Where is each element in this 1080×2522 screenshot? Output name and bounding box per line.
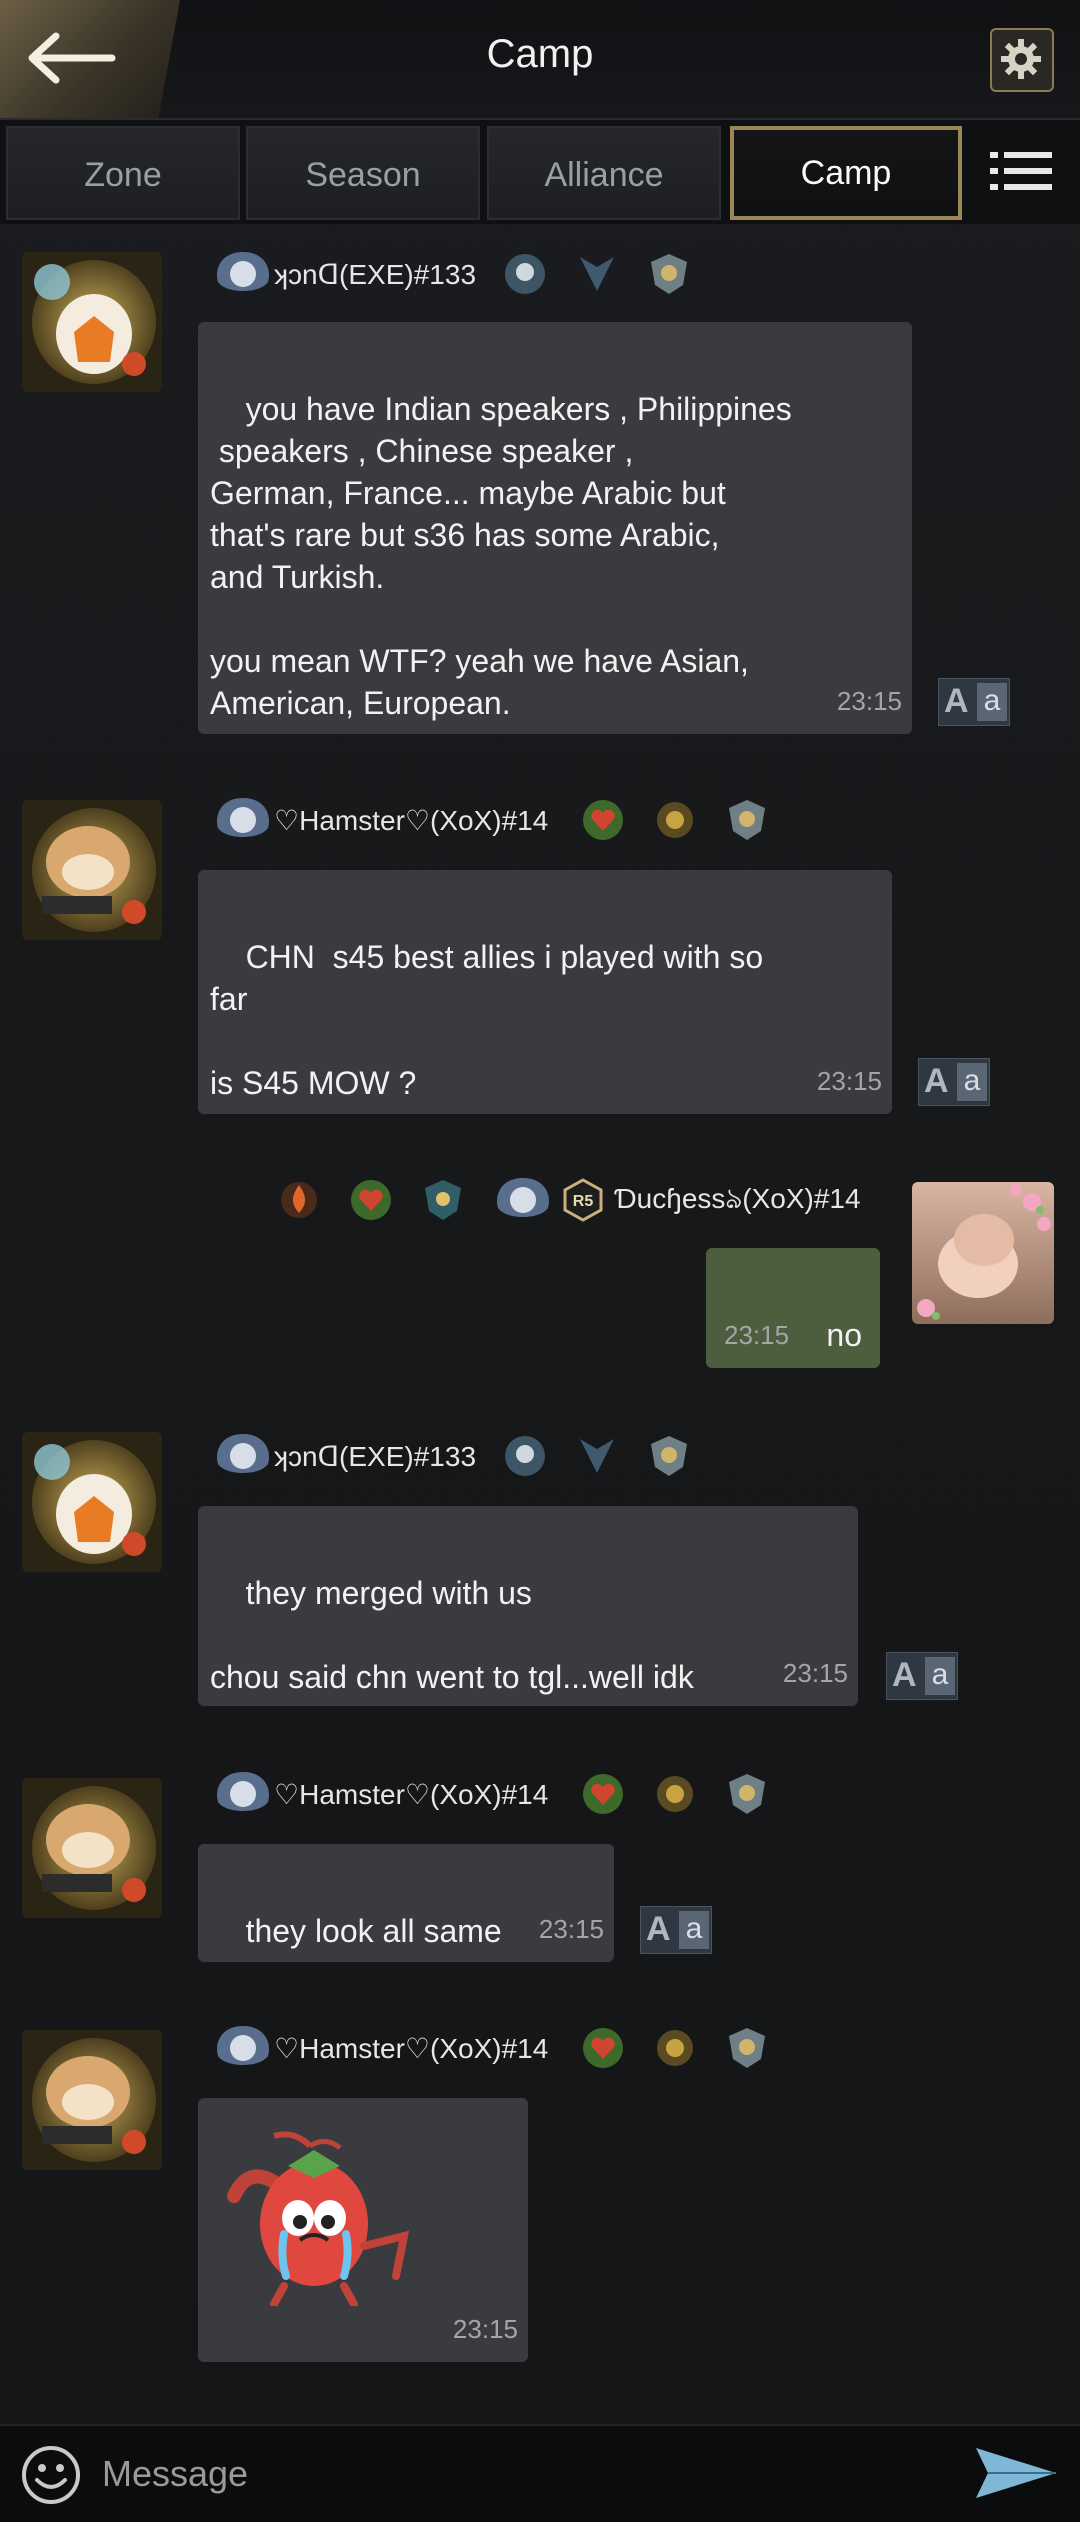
shield-badge-icon bbox=[729, 800, 766, 840]
message-bubble[interactable]: you have Indian speakers , Philippines s… bbox=[198, 322, 912, 734]
heart-badge-icon bbox=[583, 800, 624, 840]
tab-zone[interactable]: Zone bbox=[6, 126, 240, 220]
translate-button[interactable]: Aa bbox=[938, 678, 1010, 726]
message-text: they merged with us chou said chn went t… bbox=[210, 1575, 694, 1695]
message-bubble[interactable]: they merged with us chou said chn went t… bbox=[198, 1506, 858, 1706]
shield-badge-icon bbox=[651, 1436, 688, 1476]
message-text: CHN s45 best allies i played with so far… bbox=[210, 939, 764, 1101]
message-time: 23:15 bbox=[724, 1320, 790, 1350]
message-time: 23:15 bbox=[538, 1914, 604, 1944]
skull-badge-icon bbox=[505, 1436, 546, 1476]
sender-row: ♡Hamster♡(XoX)#14 bbox=[212, 2022, 796, 2074]
gold-emblem-icon bbox=[657, 802, 694, 838]
top-bar: Camp bbox=[0, 0, 1080, 120]
avatar-duck[interactable] bbox=[22, 252, 162, 392]
message-input[interactable] bbox=[100, 2440, 924, 2508]
sender-name[interactable]: ♡Hamster♡(XoX)#14 bbox=[274, 2032, 548, 2065]
crest-badge-icon bbox=[425, 1180, 461, 1220]
message-time: 23:15 bbox=[782, 1658, 848, 1688]
shield-badge-icon bbox=[729, 2028, 766, 2068]
message-bubble[interactable]: CHN s45 best allies i played with so far… bbox=[198, 870, 892, 1114]
wolf-badge-icon bbox=[580, 257, 615, 291]
avatar-duck[interactable] bbox=[22, 1432, 162, 1572]
avatar-hamster[interactable] bbox=[22, 1778, 162, 1918]
gold-emblem-icon bbox=[657, 1776, 694, 1812]
chat-tabs: Zone Season Alliance Camp bbox=[0, 120, 1080, 224]
message-bubble[interactable]: no 23:15 bbox=[706, 1248, 880, 1368]
sender-name[interactable]: Ɗucɧessঌ(XoX)#14 bbox=[614, 1177, 861, 1224]
rank-wing-icon bbox=[497, 1178, 549, 1217]
message-text: you have Indian speakers , Philippines s… bbox=[210, 391, 792, 721]
tab-camp[interactable]: Camp bbox=[730, 126, 962, 220]
fire-badge-icon bbox=[281, 1182, 317, 1218]
page-title: Camp bbox=[486, 32, 594, 76]
sender-name[interactable]: ♡Hamster♡(XoX)#14 bbox=[274, 1778, 548, 1811]
message-bubble[interactable]: they look all same 23:15 bbox=[198, 1844, 614, 1962]
translate-button[interactable]: Aa bbox=[886, 1652, 958, 1700]
message-composer bbox=[0, 2424, 1080, 2522]
rank-wing-icon bbox=[217, 1434, 269, 1473]
heart-badge-icon bbox=[583, 1774, 624, 1814]
sender-row: ♡Hamster♡(XoX)#14 bbox=[212, 1768, 796, 1820]
emoji-icon[interactable] bbox=[20, 2444, 82, 2506]
sender-row: R5 Ɗucɧessঌ(XoX)#14 bbox=[276, 1174, 861, 1226]
rank-badge-icon: R5 bbox=[563, 1178, 603, 1222]
translate-button[interactable]: Aa bbox=[640, 1906, 712, 1954]
shield-badge-icon bbox=[651, 254, 688, 294]
sender-row: ʞɔnᗡ(EXE)#133 bbox=[212, 1430, 718, 1482]
rank-wing-icon bbox=[217, 1772, 269, 1811]
skull-badge-icon bbox=[505, 254, 546, 294]
heart-badge-icon bbox=[583, 2028, 624, 2068]
message-time: 23:15 bbox=[836, 686, 902, 716]
avatar-own[interactable] bbox=[912, 1182, 1054, 1324]
message-text: they look all same bbox=[245, 1913, 502, 1949]
sender-name[interactable]: ʞɔnᗡ(EXE)#133 bbox=[274, 1440, 476, 1473]
message-text: no bbox=[826, 1317, 862, 1353]
sender-row: ʞɔnᗡ(EXE)#133 bbox=[212, 248, 718, 300]
gear-icon bbox=[1001, 39, 1041, 79]
tab-alliance[interactable]: Alliance bbox=[487, 126, 721, 220]
rank-wing-icon bbox=[217, 252, 269, 291]
shield-badge-icon bbox=[729, 1774, 766, 1814]
translate-button[interactable]: Aa bbox=[918, 1058, 990, 1106]
crying-strawberry-sticker-icon bbox=[227, 2131, 410, 2306]
sender-name[interactable]: ʞɔnᗡ(EXE)#133 bbox=[274, 258, 476, 291]
avatar-hamster[interactable] bbox=[22, 2030, 162, 2170]
settings-button[interactable] bbox=[990, 28, 1054, 92]
message-bubble[interactable]: 23:15 bbox=[198, 2098, 528, 2362]
sender-row: ♡Hamster♡(XoX)#14 bbox=[212, 794, 796, 846]
svg-text:R5: R5 bbox=[573, 1193, 594, 1210]
message-time: 23:15 bbox=[452, 2314, 518, 2344]
heart-badge-icon bbox=[351, 1180, 391, 1220]
list-menu-icon[interactable] bbox=[990, 150, 1052, 192]
send-icon[interactable] bbox=[974, 2444, 1058, 2502]
gold-emblem-icon bbox=[657, 2030, 694, 2066]
sender-name[interactable]: ♡Hamster♡(XoX)#14 bbox=[274, 804, 548, 837]
rank-wing-icon bbox=[217, 2026, 269, 2065]
tab-season[interactable]: Season bbox=[246, 126, 480, 220]
rank-wing-icon bbox=[217, 798, 269, 837]
wolf-badge-icon bbox=[580, 1439, 615, 1473]
message-time: 23:15 bbox=[816, 1066, 882, 1096]
avatar-hamster[interactable] bbox=[22, 800, 162, 940]
